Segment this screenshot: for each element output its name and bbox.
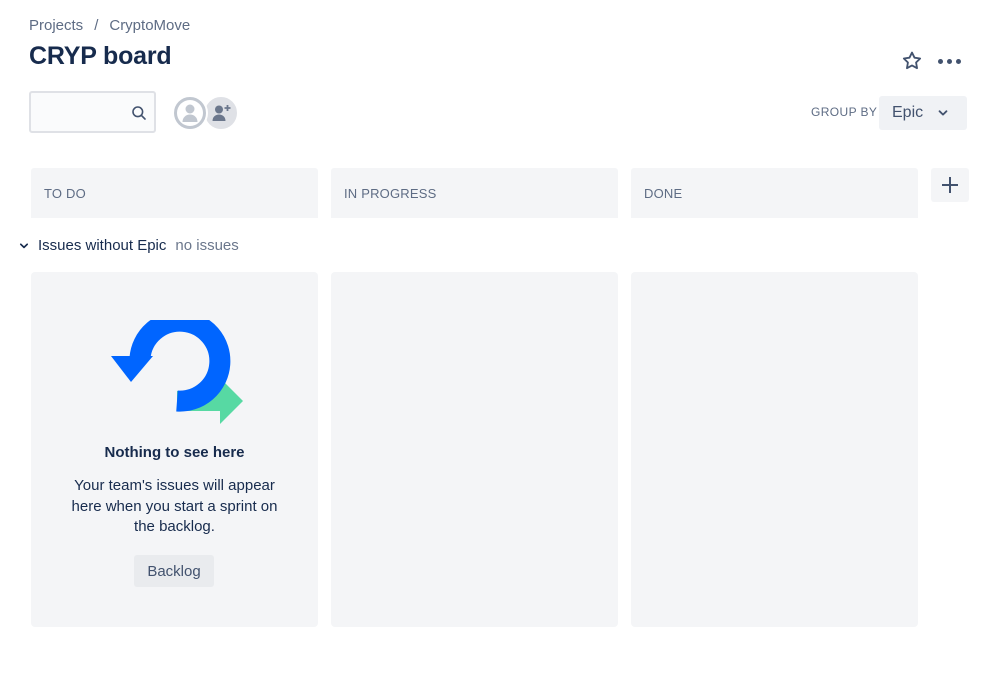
empty-state-description: Your team's issues will appear here when… [71,477,278,535]
star-button[interactable] [898,47,926,75]
more-button[interactable] [934,47,964,75]
star-icon [902,51,922,70]
breadcrumb-projects[interactable]: Projects [29,17,83,34]
column-header-in-progress: IN PROGRESS [331,168,618,218]
search-icon [132,106,146,120]
add-column-button[interactable] [931,168,969,202]
chevron-down-icon [19,241,31,251]
swimlane-title: Issues without Epic [38,237,167,254]
plus-icon [942,177,958,193]
column-title: TO DO [44,186,86,201]
add-user-icon [212,105,231,121]
column-title: IN PROGRESS [344,186,437,201]
user-avatar[interactable] [172,95,208,131]
swimlane-toggle[interactable]: Issues without Epic no issues [19,237,239,254]
breadcrumb-project[interactable]: CryptoMove [109,17,190,34]
breadcrumb: Projects / CryptoMove [29,17,190,34]
chevron-down-icon [938,110,948,116]
column-header-todo: TO DO [31,168,318,218]
swimlane-issue-count: no issues [175,237,239,254]
sprint-illustration [107,320,243,424]
column-title: DONE [644,186,683,201]
group-by-value: Epic [892,104,924,121]
more-icon [937,58,943,64]
column-header-done: DONE [631,168,918,218]
empty-state-title: Nothing to see here [104,444,245,461]
breadcrumb-separator: / [94,17,99,34]
group-by-select[interactable]: Epic [879,96,967,130]
more-icon-dot [946,58,952,64]
more-icon-dot [955,58,961,64]
search-input[interactable] [37,101,127,123]
backlog-button[interactable]: Backlog [134,555,214,587]
add-people-button[interactable] [203,95,239,131]
column-cell-done [631,272,918,627]
column-cell-in-progress [331,272,618,627]
column-cell-todo: Nothing to see here Your team's issues w… [31,272,318,627]
page-title: CRYP board [29,42,172,70]
group-by-label: GROUP BY [811,105,878,119]
search-box[interactable] [29,91,156,133]
user-avatar-icon [177,100,203,126]
